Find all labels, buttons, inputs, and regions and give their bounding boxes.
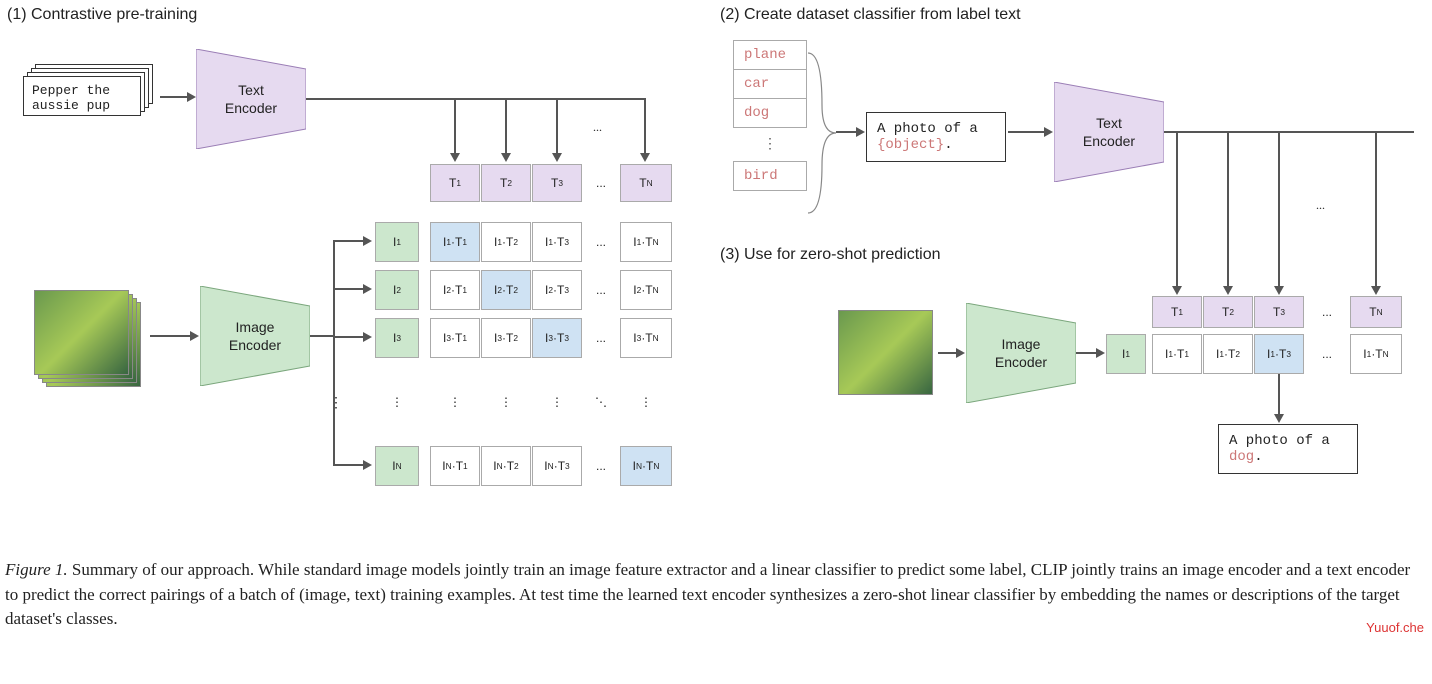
figure-caption: Figure 1. Summary of our approach. While… [5,558,1427,632]
text-encoder: Text Encoder [196,49,306,149]
i-cell-dots: ⋮ [375,366,419,438]
image-encoder: Image Encoder [200,286,310,386]
watermark: Yuuof.che [1366,620,1424,635]
i-cell-n: IN [375,446,419,486]
class-plane: plane [733,40,807,70]
image-encoder-2: Image Encoder [966,303,1076,403]
prompt-prefix: A photo of a [877,121,978,137]
caption-strong: Figure 1. [5,560,68,579]
text-encoder-2: Text Encoder [1054,82,1164,182]
section3-title: (3) Use for zero-shot prediction [720,246,941,264]
prompt-object: {object} [877,137,944,153]
class-bird: bird [733,161,807,191]
i1-cell: I1 [1106,334,1146,374]
text-input-card: Pepper the aussie pup [23,76,141,116]
t-cell-3: T3 [532,164,582,202]
sim2-selected: I1·T3 [1254,334,1304,374]
sim-1-n: I1·TN [620,222,672,262]
result-suffix: . [1254,449,1262,465]
i-cell-2: I2 [375,270,419,310]
i-cell-1: I1 [375,222,419,262]
section1-title: (1) Contrastive pre-training [7,6,197,24]
i-cell-3: I3 [375,318,419,358]
test-image [838,310,933,395]
result-object: dog [1229,449,1254,465]
class-dog: dog [733,98,807,128]
class-car: car [733,69,807,99]
text-input-stack: Pepper the aussie pup [23,76,163,136]
t-cell-2: T2 [481,164,531,202]
section2-title: (2) Create dataset classifier from label… [720,6,1021,24]
result-box: A photo of a dog. [1218,424,1358,474]
sim-1-2: I1·T2 [481,222,531,262]
text-encoder-label: Text Encoder [225,81,277,117]
prompt-suffix: . [944,137,952,153]
t-cell-1: T1 [430,164,480,202]
class-label-list: plane car dog ⋮ bird [733,40,807,190]
image-encoder-label: Image Encoder [229,318,281,354]
result-prefix: A photo of a [1229,433,1330,449]
t-cell-dots: ... [583,164,619,202]
caption-text: Summary of our approach. While standard … [5,560,1410,628]
prompt-template: A photo of a {object}. [866,112,1006,162]
sim2-1: I1·T1 [1152,334,1202,374]
sim-1-3: I1·T3 [532,222,582,262]
sim-1-1: I1·T1 [430,222,480,262]
t-cell-n: TN [620,164,672,202]
t-cell2-1: T1 [1152,296,1202,328]
